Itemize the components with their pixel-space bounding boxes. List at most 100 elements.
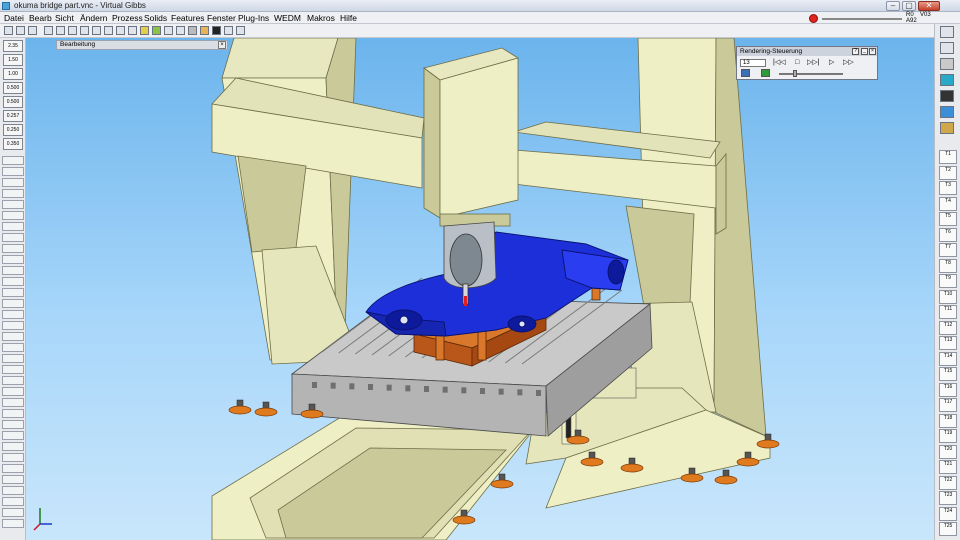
tool-tile[interactable]: T7	[939, 243, 957, 257]
tool-0.257[interactable]: 0.257	[3, 110, 23, 122]
tool-tile[interactable]: T4	[939, 196, 957, 211]
tool-tile[interactable]: T12	[939, 320, 957, 335]
tool-tile[interactable]: T20	[939, 444, 957, 459]
grid-icon[interactable]	[104, 26, 113, 35]
operation-slot[interactable]	[2, 200, 24, 209]
3d-viewport[interactable]: Bearbeitung ×	[26, 38, 934, 540]
operation-slot[interactable]	[2, 431, 24, 440]
menu-andern[interactable]: Ändern	[80, 13, 107, 23]
tool-2.35[interactable]: 2.35	[3, 40, 23, 52]
maximize-button[interactable]: ▢	[902, 1, 916, 11]
menu-datei[interactable]: Datei	[4, 13, 24, 23]
tool-1.50[interactable]: 1.50	[3, 54, 23, 66]
tool-tile[interactable]: T8	[939, 258, 957, 273]
operation-slot[interactable]	[2, 244, 24, 253]
stop-button[interactable]: □	[795, 59, 799, 67]
tool-tile[interactable]: T17	[939, 398, 957, 412]
tool-0.250[interactable]: 0.250	[3, 124, 23, 136]
open-icon[interactable]	[16, 26, 25, 35]
menu-hilfe[interactable]: Hilfe	[340, 13, 357, 23]
fast-forward-button[interactable]: ▷▷	[843, 59, 854, 67]
save-icon[interactable]	[28, 26, 37, 35]
surface-icon[interactable]	[164, 26, 173, 35]
menu-sicht[interactable]: Sicht	[55, 13, 74, 23]
grid-icon[interactable]	[92, 26, 101, 35]
operation-slot[interactable]	[2, 497, 24, 506]
tool-icon[interactable]	[940, 122, 954, 134]
operation-slot[interactable]	[2, 453, 24, 462]
render-icon[interactable]	[200, 26, 209, 35]
tool-tile[interactable]: T13	[939, 336, 957, 350]
zoom-icon[interactable]	[188, 26, 197, 35]
operation-slot[interactable]	[2, 398, 24, 407]
operation-slot[interactable]	[2, 508, 24, 517]
grid-icon[interactable]	[116, 26, 125, 35]
render-mode-icon[interactable]	[741, 69, 750, 77]
new-icon[interactable]	[4, 26, 13, 35]
operation-slot[interactable]	[2, 376, 24, 385]
print-icon[interactable]	[224, 26, 233, 35]
tool-tile[interactable]: T23	[939, 491, 957, 505]
operation-slot[interactable]	[2, 156, 24, 165]
menu-bearb[interactable]: Bearb	[29, 13, 52, 23]
speed-slider[interactable]	[779, 73, 843, 75]
rendering-control-panel[interactable]: Rendering-Steuerung ? _ × 13 |◁◁ □ ▷▷| ▷…	[736, 46, 878, 80]
operation-slot[interactable]	[2, 167, 24, 176]
operation-slot[interactable]	[2, 288, 24, 297]
operation-slot[interactable]	[2, 299, 24, 308]
operation-slot[interactable]	[2, 343, 24, 352]
menu-solids[interactable]: Solids	[144, 13, 167, 23]
help-icon[interactable]	[236, 26, 245, 35]
diamond-icon[interactable]	[940, 74, 954, 86]
operation-slot[interactable]	[2, 475, 24, 484]
operation-slot[interactable]	[2, 332, 24, 341]
tool-tile[interactable]: T22	[939, 475, 957, 490]
tool-1.00[interactable]: 1.00	[3, 68, 23, 80]
menu-plug-ins[interactable]: Plug-Ins	[238, 13, 269, 23]
help-icon[interactable]: ?	[852, 48, 859, 55]
rewind-button[interactable]: |◁◁	[773, 59, 786, 67]
menu-features[interactable]: Features	[171, 13, 205, 23]
tool-tile[interactable]: T9	[939, 274, 957, 288]
tool-0.350[interactable]: 0.350	[3, 138, 23, 150]
close-icon[interactable]: ×	[869, 48, 876, 55]
operation-slot[interactable]	[2, 189, 24, 198]
tool-tile[interactable]: T14	[939, 351, 957, 366]
close-icon[interactable]: ×	[218, 41, 226, 49]
tool-tile[interactable]: T25	[939, 522, 957, 536]
bearbeitung-panel[interactable]: Bearbeitung ×	[56, 40, 228, 50]
render-icon[interactable]	[940, 106, 954, 118]
fit-icon[interactable]	[176, 26, 185, 35]
tool-tile[interactable]: T24	[939, 506, 957, 521]
operation-slot[interactable]	[2, 277, 24, 286]
view-icon[interactable]	[56, 26, 65, 35]
tool-0.500[interactable]: 0.500	[3, 82, 23, 94]
view-icon[interactable]	[68, 26, 77, 35]
tool-icon[interactable]	[940, 90, 954, 102]
menu-prozess[interactable]: Prozess	[112, 13, 143, 23]
tool-tile[interactable]: T1	[939, 150, 957, 164]
wireframe-icon[interactable]	[128, 26, 137, 35]
render-quality-icon[interactable]	[761, 69, 770, 77]
play-button[interactable]: ▷	[829, 59, 834, 67]
tool-tile[interactable]: T21	[939, 460, 957, 474]
minimize-button[interactable]: –	[886, 1, 900, 11]
operation-slot[interactable]	[2, 321, 24, 330]
operation-slot[interactable]	[2, 420, 24, 429]
tool-tile[interactable]: T16	[939, 382, 957, 397]
tool-0.500b[interactable]: 0.500	[3, 96, 23, 108]
solid-icon[interactable]	[152, 26, 161, 35]
tool-icon[interactable]	[212, 26, 221, 35]
tool-tile[interactable]: T15	[939, 367, 957, 381]
tool-tile[interactable]: T18	[939, 413, 957, 428]
close-button[interactable]: ✕	[918, 1, 940, 11]
menu-makros[interactable]: Makros	[307, 13, 335, 23]
operation-slot[interactable]	[2, 354, 24, 363]
operation-slot[interactable]	[2, 519, 24, 528]
operation-slot[interactable]	[2, 310, 24, 319]
step-field[interactable]: 13	[740, 59, 766, 67]
operation-slot[interactable]	[2, 486, 24, 495]
tool-tile[interactable]: T2	[939, 165, 957, 180]
operation-slot[interactable]	[2, 387, 24, 396]
operation-slot[interactable]	[2, 211, 24, 220]
